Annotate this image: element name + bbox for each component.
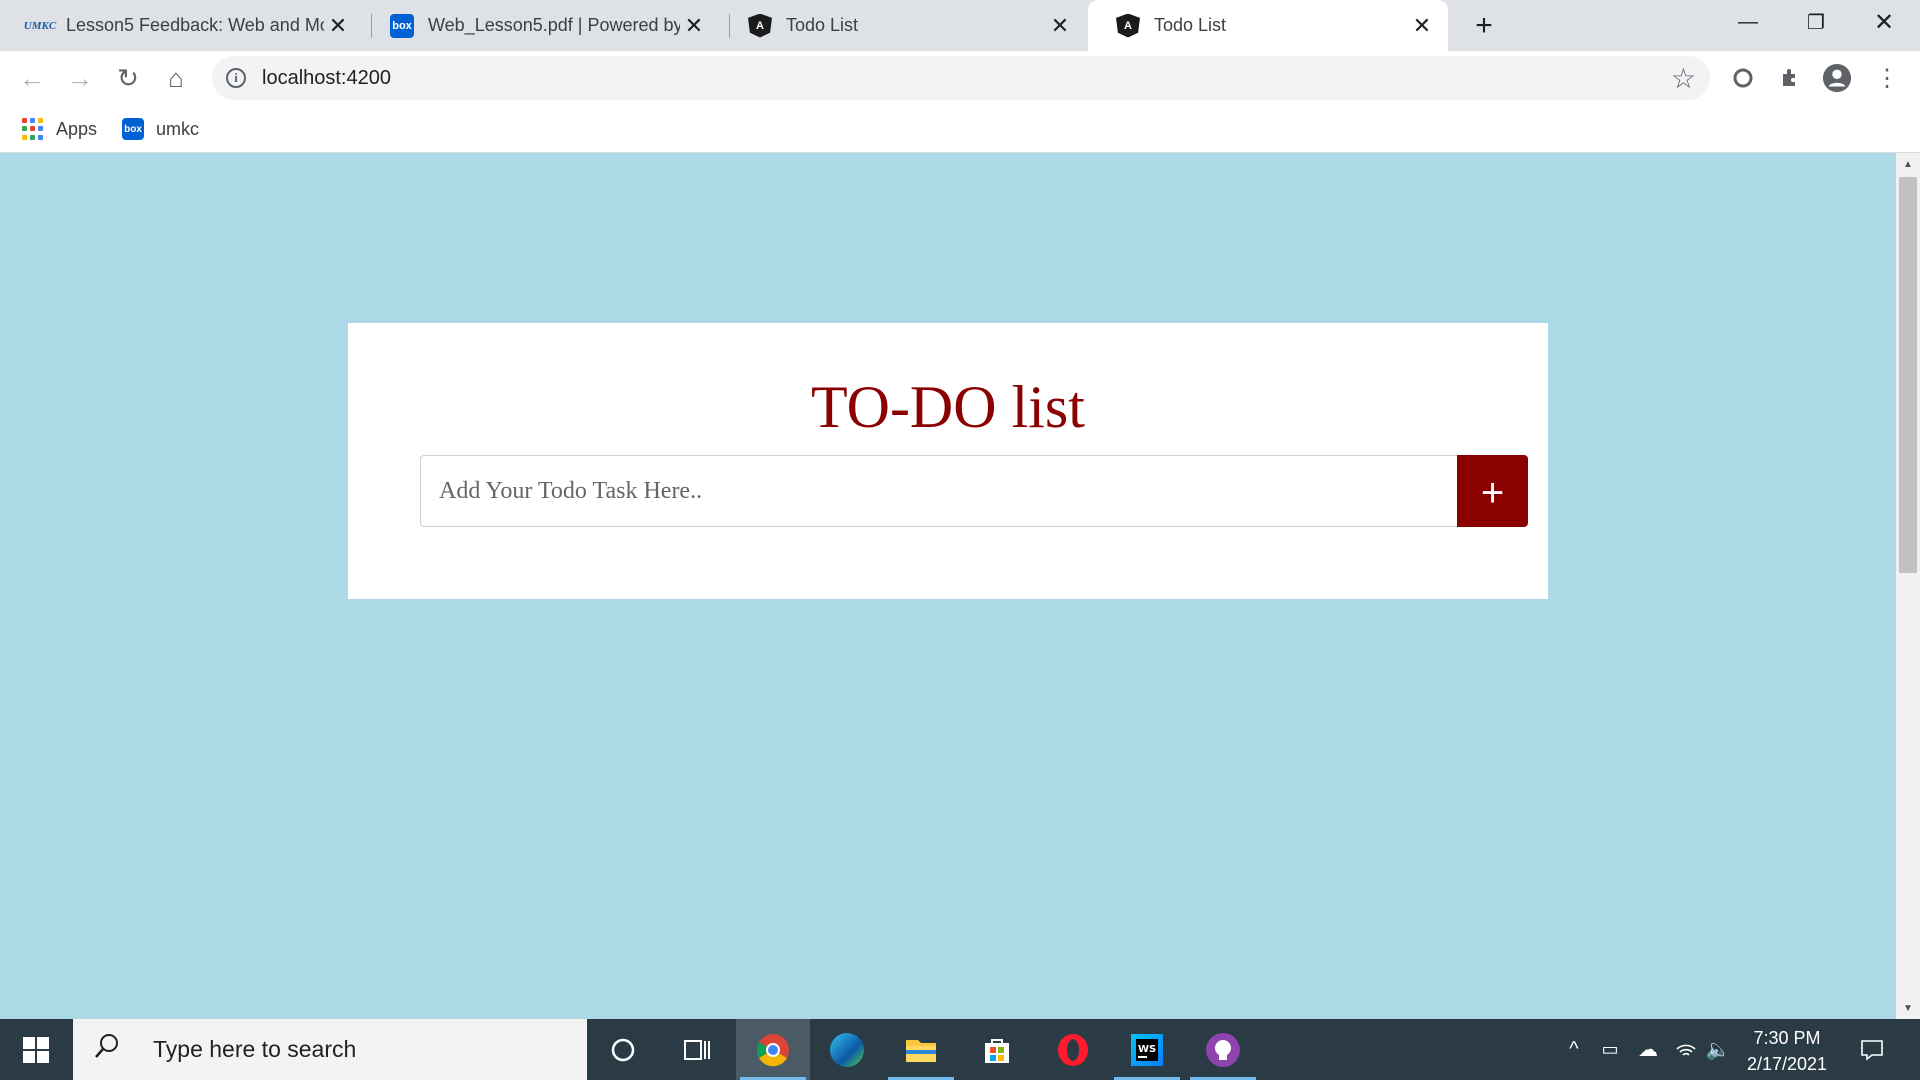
- close-window-icon[interactable]: ✕: [1850, 0, 1918, 44]
- address-text: localhost:4200: [262, 67, 391, 89]
- minimize-icon[interactable]: —: [1714, 0, 1782, 44]
- box-icon: box: [122, 118, 144, 140]
- tab-title: Web_Lesson5.pdf | Powered by B: [428, 15, 680, 35]
- onedrive-cloud-icon[interactable]: ☁: [1632, 1019, 1664, 1080]
- bookmarks-bar: Apps box umkc: [0, 105, 1920, 153]
- address-bar[interactable]: i localhost:4200 ☆: [212, 56, 1710, 100]
- windows-logo-icon: [23, 1036, 49, 1063]
- show-hidden-icons-chevron-icon[interactable]: ^: [1560, 1019, 1588, 1080]
- tab-title: Todo List: [786, 15, 859, 35]
- page-title: TO-DO list: [811, 374, 1085, 440]
- edge-icon[interactable]: [810, 1019, 884, 1080]
- page-scrollbar[interactable]: ▲ ▼: [1896, 153, 1920, 1019]
- bookmark-umkc[interactable]: box umkc: [122, 115, 199, 143]
- browser-toolbar: ← → ↻ ⌂ i localhost:4200 ☆ ⋮: [0, 51, 1920, 105]
- tab-todo-list-active[interactable]: A Todo List ✕: [1088, 0, 1448, 51]
- store-icon[interactable]: [960, 1019, 1034, 1080]
- close-tab-icon[interactable]: ✕: [1408, 12, 1436, 40]
- tab-title: Lesson5 Feedback: Web and Mo: [66, 15, 324, 35]
- forward-arrow-icon[interactable]: →: [62, 60, 98, 96]
- windows-taskbar: Type here to search WS ^ ▭ ☁ 🔈 7:30 PM 2…: [0, 1019, 1920, 1080]
- apps-grid-icon: [22, 118, 44, 140]
- close-tab-icon[interactable]: ✕: [324, 12, 352, 40]
- file-explorer-icon[interactable]: [884, 1019, 958, 1080]
- volume-icon[interactable]: 🔈: [1704, 1019, 1732, 1080]
- clock-time: 7:30 PM: [1753, 1028, 1821, 1048]
- close-tab-icon[interactable]: ✕: [1046, 12, 1074, 40]
- add-task-button[interactable]: +: [1457, 455, 1528, 527]
- reload-icon[interactable]: ↻: [110, 60, 146, 96]
- wifi-icon[interactable]: [1672, 1019, 1700, 1080]
- angular-icon: A: [1116, 13, 1140, 38]
- bookmark-label: umkc: [156, 118, 200, 139]
- taskbar-search-box[interactable]: Type here to search: [73, 1019, 587, 1080]
- angular-icon: A: [748, 13, 772, 38]
- page-viewport: TO-DO list +: [0, 153, 1896, 1019]
- clock-date: 2/17/2021: [1746, 1054, 1828, 1074]
- umkc-icon: UMKC: [23, 19, 57, 32]
- bookmark-apps[interactable]: Apps: [22, 115, 97, 143]
- meet-now-icon[interactable]: ▭: [1596, 1019, 1624, 1080]
- back-arrow-icon[interactable]: ←: [14, 60, 50, 96]
- notifications-icon[interactable]: [1852, 1019, 1892, 1080]
- profile-avatar-icon[interactable]: [1822, 63, 1852, 93]
- new-tab-icon[interactable]: +: [1468, 9, 1500, 42]
- tab-web-lesson5-pdf[interactable]: box Web_Lesson5.pdf | Powered by B ✕: [362, 0, 720, 51]
- tab-title: Todo List: [1154, 15, 1227, 35]
- tab-lesson5-feedback[interactable]: UMKC Lesson5 Feedback: Web and Mo ✕: [0, 0, 364, 51]
- restore-icon[interactable]: ❐: [1782, 0, 1850, 44]
- browser-tab-strip: UMKC Lesson5 Feedback: Web and Mo ✕ box …: [0, 0, 1920, 51]
- search-placeholder: Type here to search: [153, 1036, 357, 1062]
- browser-menu-icon[interactable]: ⋮: [1872, 63, 1902, 93]
- scrollbar-thumb[interactable]: [1899, 177, 1917, 573]
- bookmark-star-icon[interactable]: ☆: [1671, 62, 1696, 95]
- home-icon[interactable]: ⌂: [158, 60, 194, 96]
- search-icon: [93, 1032, 123, 1067]
- todo-task-input[interactable]: [420, 455, 1458, 527]
- system-clock[interactable]: 7:30 PM 2/17/2021: [1730, 1025, 1844, 1077]
- close-tab-icon[interactable]: ✕: [680, 12, 708, 40]
- github-desktop-icon[interactable]: [1186, 1019, 1260, 1080]
- start-button[interactable]: [0, 1019, 72, 1080]
- extensions-puzzle-icon[interactable]: [1776, 63, 1806, 93]
- todo-card: TO-DO list +: [348, 323, 1548, 599]
- bookmark-label: Apps: [56, 118, 98, 139]
- tab-todo-list[interactable]: A Todo List ✕: [720, 0, 1086, 51]
- scroll-up-arrow-icon[interactable]: ▲: [1896, 155, 1920, 173]
- chrome-icon[interactable]: [736, 1019, 810, 1080]
- opera-icon[interactable]: [1036, 1019, 1110, 1080]
- extension-circle-icon[interactable]: [1728, 63, 1758, 93]
- task-view-icon[interactable]: [660, 1019, 734, 1080]
- site-info-icon[interactable]: i: [226, 68, 246, 88]
- webstorm-icon[interactable]: WS: [1110, 1019, 1184, 1080]
- cortana-icon[interactable]: [586, 1019, 660, 1080]
- box-icon: box: [390, 13, 414, 38]
- svg-text:WS: WS: [1138, 1044, 1156, 1055]
- scroll-down-arrow-icon[interactable]: ▼: [1896, 999, 1920, 1017]
